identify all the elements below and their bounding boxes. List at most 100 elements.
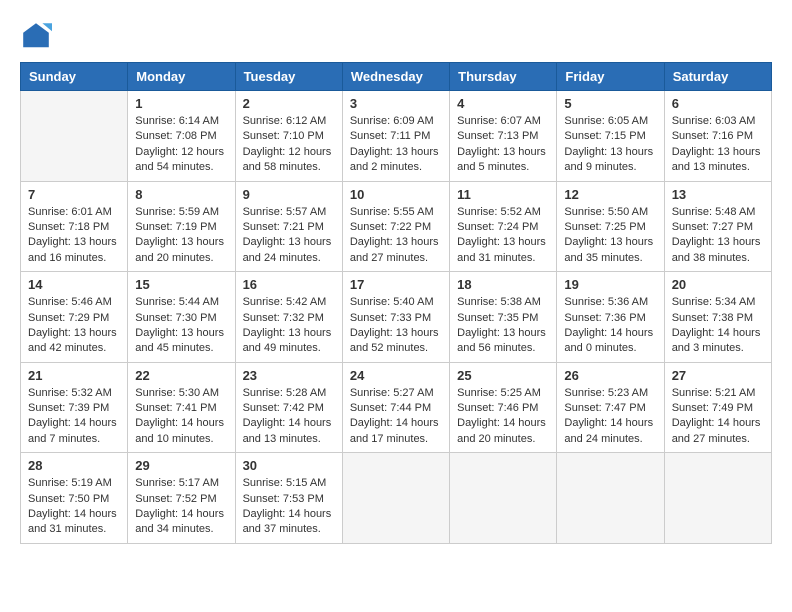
sunset-text: Sunset: 7:39 PM: [28, 402, 109, 414]
sunrise-text: Sunrise: 5:55 AM: [350, 206, 434, 218]
calendar-cell: [342, 453, 449, 544]
sunrise-text: Sunrise: 6:12 AM: [243, 115, 327, 127]
sunrise-text: Sunrise: 5:40 AM: [350, 296, 434, 308]
weekday-header: Monday: [128, 63, 235, 91]
calendar-cell: 27Sunrise: 5:21 AMSunset: 7:49 PMDayligh…: [664, 362, 771, 453]
cell-info: Sunrise: 5:55 AMSunset: 7:22 PMDaylight:…: [350, 205, 442, 267]
cell-info: Sunrise: 5:25 AMSunset: 7:46 PMDaylight:…: [457, 386, 549, 448]
cell-info: Sunrise: 5:46 AMSunset: 7:29 PMDaylight:…: [28, 295, 120, 357]
calendar-cell: 25 Sunrise: 5:25 AMSunset: 7:46 PMDayligh…: [450, 362, 557, 453]
weekday-header: Thursday: [450, 63, 557, 91]
day-number: 21: [28, 368, 120, 383]
calendar-cell: [664, 453, 771, 544]
cell-info: Sunrise: 5:48 AMSunset: 7:27 PMDaylight:…: [672, 205, 764, 267]
sunrise-text: Sunrise: 5:50 AM: [564, 206, 648, 218]
daylight-label: Daylight: 14 hours and 20 minutes.: [457, 417, 546, 444]
daylight-label: Daylight: 14 hours and 3 minutes.: [672, 327, 761, 354]
sunrise-text: Sunrise: 5:17 AM: [135, 477, 219, 489]
day-number: 19: [564, 277, 656, 292]
calendar-cell: 9 Sunrise: 5:57 AMSunset: 7:21 PMDaylight…: [235, 181, 342, 272]
day-number: 25: [457, 368, 549, 383]
cell-info: Sunrise: 5:23 AM Sunset: 7:47 PM Daylight:…: [564, 386, 656, 448]
sunset-text: Sunset: 7:15 PM: [564, 130, 645, 142]
day-number: 30: [243, 458, 335, 473]
calendar-cell: [557, 453, 664, 544]
sunrise-text: Sunrise: 6:01 AM: [28, 206, 112, 218]
weekday-header-row: SundayMondayTuesdayWednesdayThursdayFrid…: [21, 63, 772, 91]
calendar-cell: 2Sunrise: 6:12 AMSunset: 7:10 PMDaylight…: [235, 91, 342, 182]
sunset-text: Sunset: 7:44 PM: [350, 402, 431, 414]
daylight-label: Daylight: 14 hours and 0 minutes.: [564, 327, 653, 354]
day-number: 14: [28, 277, 120, 292]
sunrise-text: Sunrise: 5:48 AM: [672, 206, 756, 218]
sunrise-text: Sunrise: 6:05 AM: [564, 115, 648, 127]
cell-info: Sunrise: 5:44 AMSunset: 7:30 PMDaylight:…: [135, 295, 227, 357]
cell-info: Sunrise: 5:32 AMSunset: 7:39 PMDaylight:…: [28, 386, 120, 448]
calendar-cell: 11Sunrise: 5:52 AMSunset: 7:24 PMDayligh…: [450, 181, 557, 272]
daylight-label: Daylight: 13 hours and 27 minutes.: [350, 236, 439, 263]
sunrise-text: Sunrise: 5:52 AM: [457, 206, 541, 218]
calendar-row: 1Sunrise: 6:14 AMSunset: 7:08 PMDaylight…: [21, 91, 772, 182]
cell-info: Sunrise: 6:12 AMSunset: 7:10 PMDaylight:…: [243, 114, 335, 176]
cell-info: Sunrise: 5:21 AMSunset: 7:49 PMDaylight:…: [672, 386, 764, 448]
day-number: 9: [243, 187, 335, 202]
calendar-cell: 4 Sunrise: 6:07 AM Sunset: 7:13 PM Daylight…: [450, 91, 557, 182]
calendar-cell: 15Sunrise: 5:44 AMSunset: 7:30 PMDayligh…: [128, 272, 235, 363]
day-number: 7: [28, 187, 120, 202]
sunset-text: Sunset: 7:21 PM: [243, 221, 324, 233]
daylight-label: Daylight: 13 hours and 20 minutes.: [135, 236, 224, 263]
day-number: 8: [135, 187, 227, 202]
daylight-label: Daylight: 14 hours and 34 minutes.: [135, 508, 224, 535]
calendar-cell: 19Sunrise: 5:36 AMSunset: 7:36 PMDayligh…: [557, 272, 664, 363]
day-number: 10: [350, 187, 442, 202]
weekday-header: Saturday: [664, 63, 771, 91]
sunrise-text: Sunrise: 5:34 AM: [672, 296, 756, 308]
sunset-text: Sunset: 7:47 PM: [564, 402, 645, 414]
calendar-cell: 28Sunrise: 5:19 AMSunset: 7:50 PMDayligh…: [21, 453, 128, 544]
daylight-label: Daylight: 13 hours and 38 minutes.: [672, 236, 761, 263]
day-number: 5: [564, 96, 656, 111]
cell-info: Sunrise: 6:01 AMSunset: 7:18 PMDaylight:…: [28, 205, 120, 267]
daylight-label: Daylight: 13 hours and 24 minutes.: [243, 236, 332, 263]
calendar-cell: 24 Sunrise: 5:27 AMSunset: 7:44 PMDayligh…: [342, 362, 449, 453]
sunset-text: Sunset: 7:24 PM: [457, 221, 538, 233]
cell-info: Sunrise: 5:27 AMSunset: 7:44 PMDaylight:…: [350, 386, 442, 448]
day-number: 13: [672, 187, 764, 202]
day-number: 24: [350, 368, 442, 383]
cell-info: Sunrise: 5:50 AMSunset: 7:25 PMDaylight:…: [564, 205, 656, 267]
weekday-header: Sunday: [21, 63, 128, 91]
sunrise-text: Sunrise: 6:07 AM: [457, 115, 541, 127]
cell-info: Sunrise: 6:07 AM Sunset: 7:13 PM Daylight:…: [457, 114, 549, 176]
calendar-row: 28Sunrise: 5:19 AMSunset: 7:50 PMDayligh…: [21, 453, 772, 544]
daylight-label: Daylight: 14 hours and 24 minutes.: [564, 417, 653, 444]
sunset-text: Sunset: 7:35 PM: [457, 312, 538, 324]
day-number: 22: [135, 368, 227, 383]
day-number: 1: [135, 96, 227, 111]
sunset-text: Sunset: 7:52 PM: [135, 493, 216, 505]
sunrise-text: Sunrise: 5:46 AM: [28, 296, 112, 308]
sunrise-text: Sunrise: 5:38 AM: [457, 296, 541, 308]
sunrise-text: Sunrise: 5:15 AM: [243, 477, 327, 489]
sunset-text: Sunset: 7:08 PM: [135, 130, 216, 142]
daylight-label: Daylight: 13 hours and 49 minutes.: [243, 327, 332, 354]
daylight-label: Daylight: 13 hours and 52 minutes.: [350, 327, 439, 354]
sunrise-text: Sunrise: 5:23 AM: [564, 387, 648, 399]
calendar-cell: 20Sunrise: 5:34 AMSunset: 7:38 PMDayligh…: [664, 272, 771, 363]
cell-info: Sunrise: 5:42 AMSunset: 7:32 PMDaylight:…: [243, 295, 335, 357]
calendar-cell: 23Sunrise: 5:28 AMSunset: 7:42 PMDayligh…: [235, 362, 342, 453]
cell-info: Sunrise: 5:59 AMSunset: 7:19 PMDaylight:…: [135, 205, 227, 267]
daylight-label: Daylight: 13 hours and 5 minutes.: [457, 146, 546, 173]
sunrise-text: Sunrise: 5:59 AM: [135, 206, 219, 218]
sunset-text: Sunset: 7:42 PM: [243, 402, 324, 414]
day-number: 4: [457, 96, 549, 111]
cell-info: Sunrise: 5:57 AMSunset: 7:21 PMDaylight:…: [243, 205, 335, 267]
sunrise-text: Sunrise: 5:36 AM: [564, 296, 648, 308]
sunset-text: Sunset: 7:13 PM: [457, 130, 538, 142]
sunset-text: Sunset: 7:25 PM: [564, 221, 645, 233]
calendar-cell: 14 Sunrise: 5:46 AMSunset: 7:29 PMDayligh…: [21, 272, 128, 363]
daylight-label: Daylight: 14 hours and 27 minutes.: [672, 417, 761, 444]
calendar-cell: 6Sunrise: 6:03 AMSunset: 7:16 PMDaylight…: [664, 91, 771, 182]
sunset-text: Sunset: 7:16 PM: [672, 130, 753, 142]
cell-info: Sunrise: 6:09 AMSunset: 7:11 PMDaylight:…: [350, 114, 442, 176]
sunset-text: Sunset: 7:41 PM: [135, 402, 216, 414]
